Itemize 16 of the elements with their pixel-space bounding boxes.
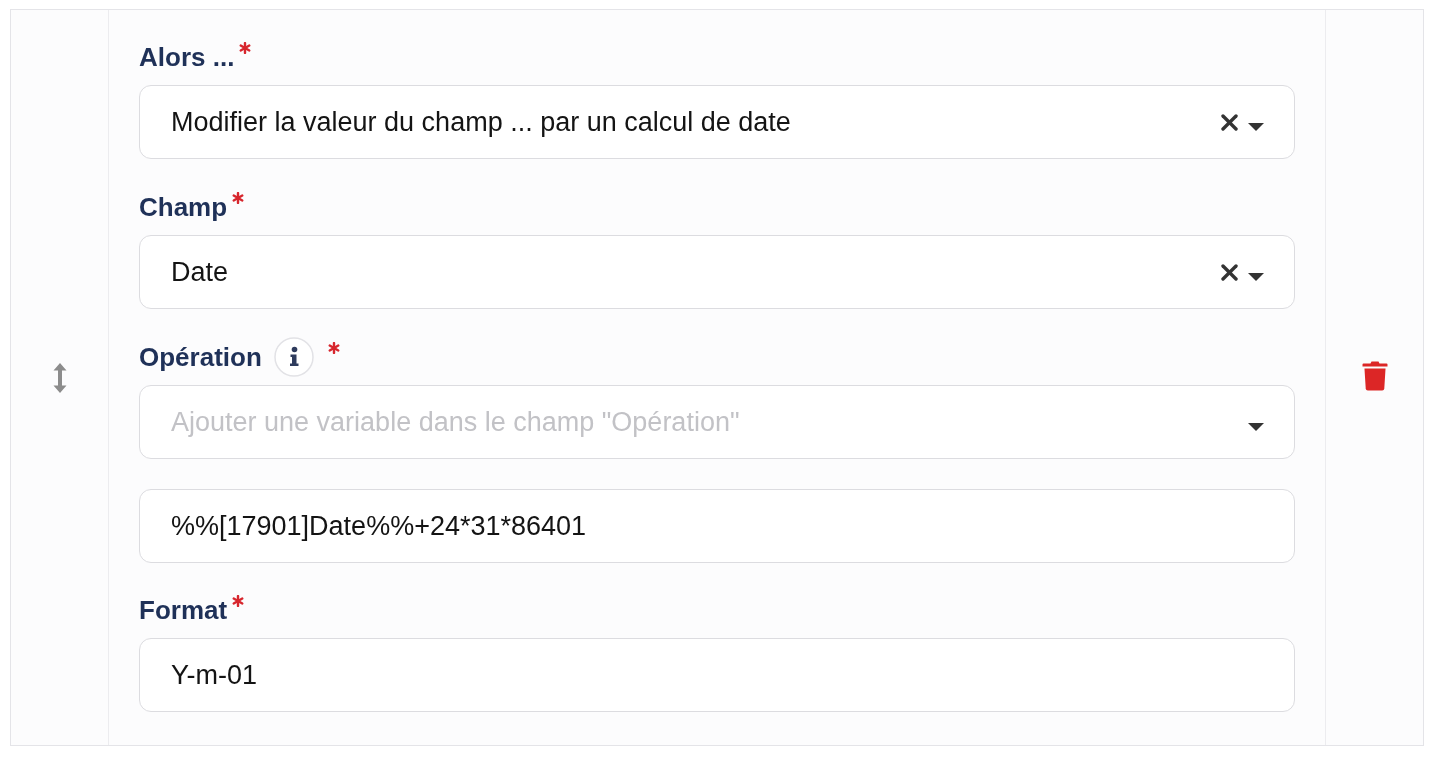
vertical-arrows-icon[interactable] xyxy=(52,362,67,393)
clear-icon[interactable] xyxy=(1221,113,1238,131)
field-label: Champ xyxy=(139,191,228,224)
caret-icon[interactable] xyxy=(1248,123,1264,131)
trash-icon[interactable] xyxy=(1361,360,1388,391)
caret-icon[interactable] xyxy=(1248,423,1264,431)
field-label: Opération xyxy=(139,341,262,374)
clear-icon[interactable] xyxy=(1221,263,1238,281)
dropdown-field[interactable]: Modifier la valeur du champ ... par un calcul de date xyxy=(139,85,1295,159)
text-input[interactable]: Y-m-01 xyxy=(139,638,1295,712)
field-label: Format xyxy=(139,594,228,627)
text-input[interactable]: %%[17901]Date%%+24*31*86401 xyxy=(139,489,1295,563)
caret-icon[interactable] xyxy=(1248,273,1264,281)
dropdown-field[interactable]: Date xyxy=(139,235,1295,309)
info-icon[interactable] xyxy=(273,337,314,377)
field-label: Alors ... xyxy=(139,41,235,74)
